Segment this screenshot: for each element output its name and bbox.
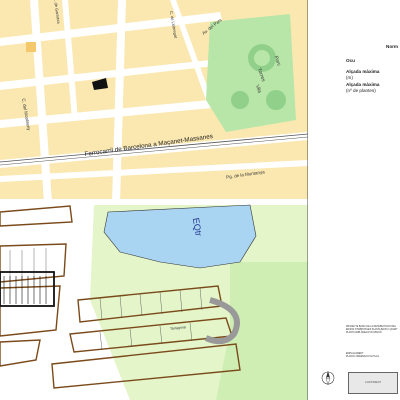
project-description: PROJECTE BASIC DE LA REHABILITACIO DEL E… [346, 326, 398, 334]
plan-reference: PLANOL ORDENACIO ACTUAL [346, 355, 380, 358]
legend-row-label: Alçada màxima [346, 69, 380, 74]
legend-row-sub: (nº de plantes) [346, 87, 376, 93]
legend-header: Norm [386, 44, 398, 49]
map-sheet: Av. del Parc Parc Torres Vila C. de Garr… [0, 0, 400, 400]
legend-row-label: Alçada màxima [346, 82, 380, 87]
highlighted-parcel [26, 42, 36, 52]
legend-row-label: Ocu [346, 58, 355, 63]
plan-subject: EMPLAÇAMENT PLANOL ORDENACIO ACTUAL [346, 353, 398, 359]
map-drawing [0, 0, 308, 400]
legend-row-alcada-plantes: Alçada màxima (nº de plantes) [346, 82, 379, 93]
title-block: PROJECTE BASIC DE LA REHABILITACIO DEL E… [318, 322, 400, 398]
north-arrow-icon [321, 371, 335, 386]
legend-row-alcada-m: Alçada màxima (m) [346, 69, 379, 80]
legend-row-sub: (m) [346, 74, 353, 80]
map-canvas[interactable]: Av. del Parc Parc Torres Vila C. de Garr… [0, 0, 308, 400]
municipal-logo: AJUNTAMENT [348, 372, 398, 394]
park-upper [206, 14, 296, 132]
legend-row-ocu: Ocu [346, 58, 355, 64]
legend: Norm Ocu Alçada màxima (m) Alçada màxima… [346, 44, 400, 93]
